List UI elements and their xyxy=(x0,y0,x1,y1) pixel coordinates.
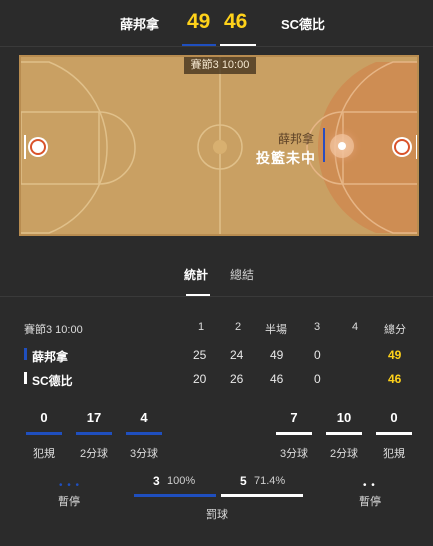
away-score-underline xyxy=(220,44,256,46)
col-header-q4: 4 xyxy=(352,321,359,333)
home-2pt-bar xyxy=(76,432,112,435)
away-total: 46 xyxy=(388,372,402,386)
away-3pt-label: 3分球 xyxy=(279,448,309,460)
tab-stats[interactable]: 統計 xyxy=(184,266,208,283)
col-header-q3: 3 xyxy=(314,321,321,333)
col-header-total: 總分 xyxy=(384,324,406,336)
home-half: 49 xyxy=(270,348,284,362)
away-ft-bar xyxy=(221,494,303,497)
home-timeout-dots: • • • xyxy=(59,480,81,491)
tabs-divider xyxy=(0,296,433,297)
away-fouls-value: 0 xyxy=(390,410,398,425)
away-2pt-bar xyxy=(326,432,362,435)
away-team-name: SC德比 xyxy=(281,17,326,32)
event-team-marker xyxy=(323,128,325,162)
home-2pt-label: 2分球 xyxy=(79,448,109,460)
away-row-team: SC德比 xyxy=(32,374,73,388)
free-throws-label: 罰球 xyxy=(206,509,228,521)
home-fouls-value: 0 xyxy=(40,410,48,425)
home-row-marker xyxy=(24,348,27,360)
away-timeout-dots: • • xyxy=(363,480,376,491)
left-basket-icon xyxy=(24,135,48,159)
home-team-name: 薛邦拿 xyxy=(120,17,160,32)
period-clock-label: 賽節3 10:00 xyxy=(24,324,83,336)
away-3pt-bar xyxy=(276,432,312,435)
col-header-half: 半場 xyxy=(265,324,287,336)
away-3pt-value: 7 xyxy=(290,410,298,425)
away-q2: 26 xyxy=(230,372,244,386)
home-row-team: 薛邦拿 xyxy=(32,350,69,364)
home-q1: 25 xyxy=(193,348,207,362)
away-timeout-label: 暫停 xyxy=(359,496,381,508)
home-timeout-label: 暫停 xyxy=(58,496,80,508)
home-score-underline xyxy=(182,44,216,46)
court-lines xyxy=(21,57,417,234)
col-header-q1: 1 xyxy=(198,321,205,333)
home-2pt-value: 17 xyxy=(86,410,102,425)
shot-location-marker xyxy=(322,126,362,166)
away-q1: 20 xyxy=(193,372,207,386)
home-ft-made: 3 xyxy=(153,474,160,488)
away-2pt-label: 2分球 xyxy=(329,448,359,460)
quarter-clock-badge: 賽節3 10:00 xyxy=(184,57,256,74)
home-q3: 0 xyxy=(314,348,321,362)
home-ft-pct: 100% xyxy=(167,475,196,487)
away-fouls-bar xyxy=(376,432,412,435)
col-header-q2: 2 xyxy=(235,321,242,333)
away-row-marker xyxy=(24,372,27,384)
event-team-name: 薛邦拿 xyxy=(278,132,315,146)
away-score: 46 xyxy=(224,10,248,33)
home-fouls-label: 犯規 xyxy=(33,448,55,460)
home-score: 49 xyxy=(187,10,211,33)
event-description: 投籃未中 xyxy=(256,150,316,166)
home-3pt-bar xyxy=(126,432,162,435)
away-q3: 0 xyxy=(314,372,321,386)
away-half: 46 xyxy=(270,372,284,386)
away-ft-made: 5 xyxy=(240,474,247,488)
tab-summary[interactable]: 總結 xyxy=(230,266,254,283)
away-fouls-label: 犯規 xyxy=(383,448,405,460)
home-ft-bar xyxy=(134,494,216,497)
scoreboard-header xyxy=(0,0,433,47)
away-2pt-value: 10 xyxy=(336,410,352,425)
home-3pt-label: 3分球 xyxy=(129,448,159,460)
home-3pt-value: 4 xyxy=(140,410,148,425)
home-q2: 24 xyxy=(230,348,244,362)
home-total: 49 xyxy=(388,348,402,362)
away-ft-pct: 71.4% xyxy=(254,475,286,487)
basketball-court xyxy=(19,55,419,236)
home-fouls-bar xyxy=(26,432,62,435)
